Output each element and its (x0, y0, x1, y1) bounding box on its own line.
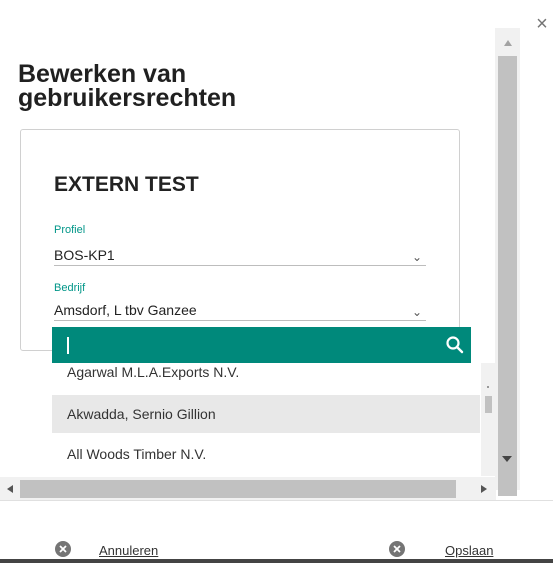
list-item[interactable]: All Woods Timber N.V. (52, 435, 480, 473)
close-icon[interactable]: × (534, 14, 550, 34)
dropdown-list: Agarwal M.L.A.Exports N.V. Akwadda, Sern… (52, 363, 482, 476)
chevron-down-icon[interactable]: ⌄ (412, 251, 422, 263)
scroll-right-arrow-icon[interactable] (481, 485, 487, 493)
dropdown-scrollbar-thumb[interactable] (485, 396, 492, 413)
footer-divider (0, 500, 553, 501)
horizontal-scrollbar[interactable] (0, 477, 496, 501)
list-item[interactable]: Agarwal M.L.A.Exports N.V. (52, 363, 480, 391)
dialog-scrollbar-thumb[interactable] (498, 56, 517, 496)
bedrijf-underline (54, 320, 426, 321)
user-name-heading: EXTERN TEST (54, 173, 199, 196)
horizontal-scrollbar-thumb[interactable] (20, 480, 456, 498)
scroll-left-arrow-icon[interactable] (7, 485, 13, 493)
dialog-title: Bewerken van gebruikersrechten (18, 60, 237, 112)
cancel-label: Annuleren (99, 543, 159, 558)
profiel-label: Profiel (54, 224, 86, 236)
dropdown-search-bar[interactable] (52, 327, 471, 363)
list-item[interactable]: Akwadda, Sernio Gillion (52, 395, 480, 433)
scroll-down-arrow-icon[interactable] (502, 456, 512, 462)
text-caret (67, 337, 69, 354)
cancel-circle-icon (55, 541, 71, 557)
scroll-up-arrow-icon[interactable] (504, 40, 512, 46)
search-icon[interactable] (445, 335, 465, 355)
bedrijf-select[interactable]: Amsdorf, L tbv Ganzee (54, 302, 197, 318)
profiel-underline (54, 265, 426, 266)
save-circle-icon (389, 541, 405, 557)
bedrijf-label: Bedrijf (54, 282, 86, 294)
save-label: Opslaan (445, 543, 494, 558)
profiel-select[interactable]: BOS-KP1 (54, 247, 115, 263)
chevron-down-icon[interactable]: ⌄ (412, 306, 422, 318)
scroll-up-arrow-icon[interactable] (487, 386, 489, 388)
dropdown-scrollbar[interactable] (481, 363, 496, 476)
bottom-edge-bar (0, 559, 553, 563)
dialog-scrollbar[interactable] (495, 28, 520, 496)
